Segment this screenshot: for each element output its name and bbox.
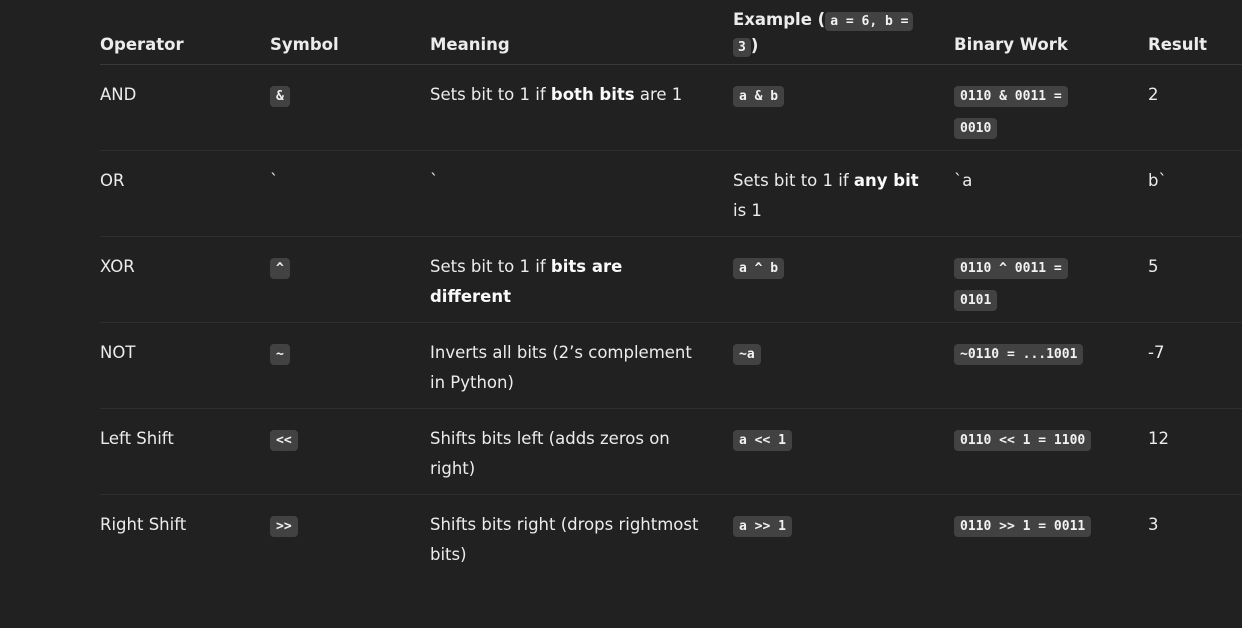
bitwise-operators-table: Operator Symbol Meaning Example (a = 6, … <box>100 0 1242 580</box>
binary-code: 0110 ^ 0011 = <box>954 258 1068 279</box>
header-result: Result <box>1148 35 1208 54</box>
symbol-cell: >> <box>270 495 430 580</box>
symbol-code: ^ <box>270 258 290 279</box>
symbol-code: ~ <box>270 344 290 365</box>
header-binary-work: Binary Work <box>954 35 1068 54</box>
binary-cell: ~0110 = ...1001 <box>954 323 1148 408</box>
header-operator: Operator <box>100 35 184 54</box>
symbol-cell: ^ <box>270 237 430 322</box>
table-row-left-shift: Left Shift << Shifts bits left (adds zer… <box>100 409 1242 495</box>
example-bold: any bit <box>853 171 919 190</box>
result-cell: b` <box>1148 171 1167 190</box>
symbol-code: >> <box>270 516 298 537</box>
table-row-xor: XOR ^ Sets bit to 1 if bits are differen… <box>100 237 1242 323</box>
binary-cell: 0110 ^ 0011 = 0101 <box>954 237 1148 322</box>
result-cell: 5 <box>1148 257 1159 276</box>
symbol-cell: ~ <box>270 323 430 408</box>
example-cell: a & b <box>733 65 954 150</box>
binary-cell: `a <box>954 171 973 190</box>
operator-cell: AND <box>100 85 137 104</box>
result-cell: 2 <box>1148 85 1159 104</box>
example-cell: ~a <box>733 323 954 408</box>
symbol-cell: & <box>270 65 430 150</box>
symbol-code: & <box>270 86 290 107</box>
meaning-text: Sets bit to 1 if <box>430 85 551 104</box>
binary-cell: 0110 & 0011 = 0010 <box>954 65 1148 150</box>
meaning-cell: Sets bit to 1 if bits are different <box>430 237 733 322</box>
symbol-cell: ` <box>270 171 279 190</box>
binary-code-cont: 0101 <box>954 290 998 311</box>
binary-code: 0110 & 0011 = <box>954 86 1068 107</box>
binary-code: 0110 << 1 = 1100 <box>954 430 1092 451</box>
table-row-or: OR ` ` Sets bit to 1 if any bit is 1 `a … <box>100 151 1242 237</box>
meaning-cell: Shifts bits right (drops rightmost bits) <box>430 515 699 564</box>
operator-cell: NOT <box>100 343 136 362</box>
operator-cell: Left Shift <box>100 429 174 448</box>
symbol-cell: << <box>270 409 430 494</box>
meaning-cell: Sets bit to 1 if both bits are 1 <box>430 65 733 150</box>
example-cell: a << 1 <box>733 409 954 494</box>
meaning-cell: ` <box>430 171 439 190</box>
operator-cell: XOR <box>100 257 135 276</box>
example-text-end: is 1 <box>733 201 762 220</box>
result-cell: -7 <box>1148 343 1165 362</box>
meaning-cell: Shifts bits left (adds zeros on right) <box>430 429 670 478</box>
meaning-cell: Inverts all bits (2’s complement in Pyth… <box>430 343 692 392</box>
table-row-not: NOT ~ Inverts all bits (2’s complement i… <box>100 323 1242 409</box>
meaning-text: Sets bit to 1 if <box>430 257 551 276</box>
example-code: ~a <box>733 344 761 365</box>
header-example: Example (a = 6, b = 3) <box>733 8 954 64</box>
operator-cell: OR <box>100 171 125 190</box>
header-meaning: Meaning <box>430 35 510 54</box>
example-cell: Sets bit to 1 if any bit is 1 <box>733 151 954 236</box>
header-example-code: a = 6, b = <box>825 12 914 31</box>
symbol-code: << <box>270 430 298 451</box>
binary-code-cont: 0010 <box>954 118 998 139</box>
header-symbol: Symbol <box>270 35 339 54</box>
meaning-text-end: are 1 <box>634 85 683 104</box>
binary-code: 0110 >> 1 = 0011 <box>954 516 1092 537</box>
example-code: a << 1 <box>733 430 792 451</box>
header-example-prefix: Example ( <box>733 10 826 29</box>
example-code: a & b <box>733 86 785 107</box>
example-code: a >> 1 <box>733 516 792 537</box>
result-cell: 12 <box>1148 429 1169 448</box>
table-row-and: AND & Sets bit to 1 if both bits are 1 a… <box>100 65 1242 151</box>
meaning-bold: both bits <box>550 85 635 104</box>
binary-cell: 0110 >> 1 = 0011 <box>954 495 1148 580</box>
operator-cell: Right Shift <box>100 515 187 534</box>
header-example-suffix: ) <box>750 36 759 55</box>
table-row-right-shift: Right Shift >> Shifts bits right (drops … <box>100 495 1242 580</box>
header-example-code-cont: 3 <box>733 38 751 57</box>
example-cell: a >> 1 <box>733 495 954 580</box>
binary-cell: 0110 << 1 = 1100 <box>954 409 1148 494</box>
example-code: a ^ b <box>733 258 785 279</box>
table-header-row: Operator Symbol Meaning Example (a = 6, … <box>100 0 1242 65</box>
example-text: Sets bit to 1 if <box>733 171 854 190</box>
binary-code: ~0110 = ...1001 <box>954 344 1084 365</box>
example-cell: a ^ b <box>733 237 954 322</box>
result-cell: 3 <box>1148 515 1159 534</box>
